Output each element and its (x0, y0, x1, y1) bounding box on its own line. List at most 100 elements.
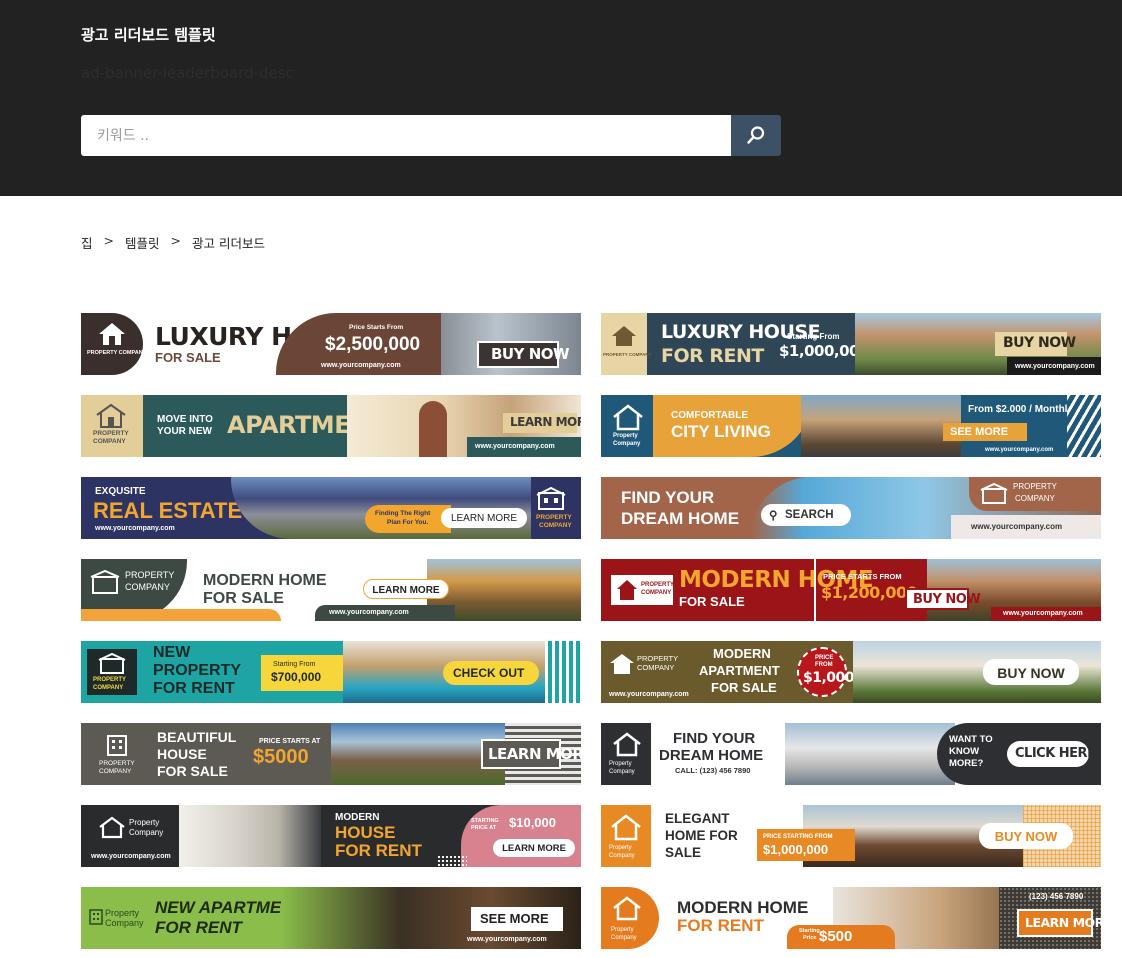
banner-beautiful-house[interactable]: PROPERTY COMPANY BEAUTIFUL HOUSE FOR SAL… (81, 723, 581, 785)
buy-now-button[interactable]: BUY NOW (983, 659, 1079, 685)
company-url: www.yourcompany.com (329, 609, 409, 616)
question-line: WANT TO (949, 734, 993, 745)
price-label: FROM (815, 662, 833, 668)
banner-title: REAL ESTATE (93, 498, 243, 523)
question-line: MORE? (949, 758, 984, 769)
company-url: www.yourcompany.com (91, 853, 171, 860)
banner-modern-home-for-sale[interactable]: PROPERTY COMPANY MODERN HOME FOR SALE LE… (81, 559, 581, 621)
learn-more-button[interactable]: LEARN MORE (363, 579, 449, 599)
company-name: PROPERTY (536, 514, 572, 521)
banner-line: EXQUSITE (95, 486, 146, 497)
banner-title: PROPERTY (153, 662, 242, 679)
learn-more-button[interactable]: LEARN MORE (481, 739, 581, 769)
check-out-button[interactable]: CHECK OUT (443, 661, 539, 685)
company-name: PROPERTY (99, 760, 135, 767)
company-url: www.yourcompany.com (95, 525, 175, 532)
banner-title: HOME FOR (665, 828, 738, 843)
price-label: PRICE STARTS AT (259, 738, 321, 745)
banner-modern-home-red[interactable]: PROPERTY COMPANY MODERN HOME FOR SALE PR… (601, 559, 1101, 621)
company-name: Company (609, 853, 635, 859)
price-label: Price Starts From (349, 324, 404, 331)
company-name: Property (613, 433, 638, 439)
banner-luxury-house-for-rent[interactable]: PROPERTY COMPANY LUXURY HOUSE FOR RENT S… (601, 313, 1101, 375)
search-input[interactable] (81, 115, 731, 156)
search-button[interactable] (731, 115, 781, 156)
company-url: www.yourcompany.com (321, 362, 401, 369)
stripe-decor (1067, 395, 1101, 457)
phone-number: (123) 456 7890 (1029, 892, 1084, 901)
divider (814, 559, 816, 621)
click-here-button[interactable]: CLICK HERE (1007, 741, 1096, 767)
company-name: Property (611, 927, 634, 933)
company-url: www.yourcompany.com (971, 522, 1063, 531)
question-line: KNOW (949, 746, 980, 757)
banner-line: ELEGANT (665, 811, 730, 826)
company-name: COMPANY (99, 768, 132, 775)
stripe-decor (545, 641, 581, 703)
company-url: www.yourcompany.com (609, 691, 689, 698)
tag-line: Plan For You. (387, 519, 429, 526)
banner-subtitle: FOR SALE (155, 350, 221, 365)
building-icon (89, 909, 103, 925)
house-icon (617, 580, 637, 600)
search-form (81, 115, 781, 156)
search-button[interactable]: ⚲ SEARCH (761, 504, 851, 526)
company-name: COMPANY (637, 663, 675, 672)
search-icon: ⚲ (769, 510, 778, 522)
breadcrumb-templates[interactable]: 템플릿 (125, 233, 160, 252)
page-description: ad-banner-leaderboard-desc (81, 64, 294, 82)
house-icon (613, 732, 641, 757)
banner-new-apartment[interactable]: Property Company NEW APARTMENT FOR RENT … (81, 887, 581, 949)
banner-new-property[interactable]: PROPERTY COMPANY NEW PROPERTY FOR RENT S… (81, 641, 581, 703)
banner-title: MODERN HOME (677, 898, 809, 917)
banner-subtitle: FOR SALE (711, 680, 777, 695)
learn-more-button[interactable]: LEARN MORE (441, 508, 527, 528)
banner-dream-home-call[interactable]: Property Company FIND YOUR DREAM HOME CA… (601, 723, 1101, 785)
buy-now-button[interactable]: BUY NOW (995, 332, 1076, 356)
banner-modern-home-rent[interactable]: Property Company MODERN HOME FOR RENT St… (601, 887, 1101, 949)
company-url: www.yourcompany.com (467, 936, 547, 943)
company-name: Property (105, 908, 140, 918)
learn-more-button[interactable]: LEARN MORE (503, 413, 581, 433)
banner-apartment[interactable]: PROPERTY COMPANY MOVE INTO YOUR NEW APAR… (81, 395, 581, 457)
learn-more-button[interactable]: LEARN MORE (1017, 909, 1101, 937)
breadcrumb-separator: > (103, 233, 114, 248)
buy-now-button[interactable]: BUY NOW (979, 823, 1073, 849)
banner-luxury-home-for-sale[interactable]: PROPERTY COMPANY LUXURY HOME FOR SALE Pr… (81, 313, 581, 375)
banner-modern-apartment[interactable]: PROPERTY COMPANY www.yourcompany.com MOD… (601, 641, 1101, 703)
hero-header: 광고 리더보드 템플릿 ad-banner-leaderboard-desc (0, 0, 1122, 196)
person-figure (419, 401, 447, 457)
building-icon (980, 483, 1008, 504)
building-icon (98, 653, 126, 674)
banner-subtitle: FOR RENT (153, 680, 235, 697)
banner-subtitle: FOR RENT (335, 841, 422, 860)
company-name: Property (609, 845, 632, 851)
building-icon (536, 487, 566, 510)
house-icon (613, 404, 643, 431)
company-name: PROPERTY (125, 570, 175, 580)
breadcrumb-home[interactable]: 집 (81, 233, 93, 252)
dot-decor (437, 855, 467, 867)
see-more-button[interactable]: SEE MORE (943, 423, 1027, 441)
company-name: PROPERTY (93, 677, 127, 683)
banner-title: APARTMENT (699, 663, 780, 678)
price-value: $1,200,000 (821, 583, 918, 602)
company-url: www.yourcompany.com (985, 447, 1054, 453)
banner-real-estate[interactable]: EXQUSITE REAL ESTATE www.yourcompany.com… (81, 477, 581, 539)
see-more-button[interactable]: SEE MORE (471, 907, 563, 931)
banner-city-living[interactable]: Property Company COMFORTABLE CITY LIVING… (601, 395, 1101, 457)
buy-now-button[interactable]: BUY NOW (905, 588, 981, 610)
banner-dream-home-search[interactable]: FIND YOUR DREAM HOME ⚲ SEARCH PROPERTY C… (601, 477, 1101, 539)
company-name: COMPANY (539, 522, 572, 529)
price-value: $10,000 (509, 815, 556, 830)
banner-elegant-home[interactable]: Property Company ELEGANT HOME FOR SALE P… (601, 805, 1101, 867)
learn-more-button[interactable]: LEARN MORE (493, 839, 575, 857)
banner-modern-house-rent[interactable]: Property Company www.yourcompany.com MOD… (81, 805, 581, 867)
company-name: Company (609, 769, 635, 775)
banner-title: MODERN HOME (203, 572, 327, 589)
buy-now-button[interactable]: BUY NOW (477, 341, 570, 368)
banner-line: COMFORTABLE (671, 410, 749, 421)
banner-subtitle: FOR RENT (677, 916, 764, 935)
house-icon (612, 326, 636, 346)
building-photo (801, 395, 961, 457)
